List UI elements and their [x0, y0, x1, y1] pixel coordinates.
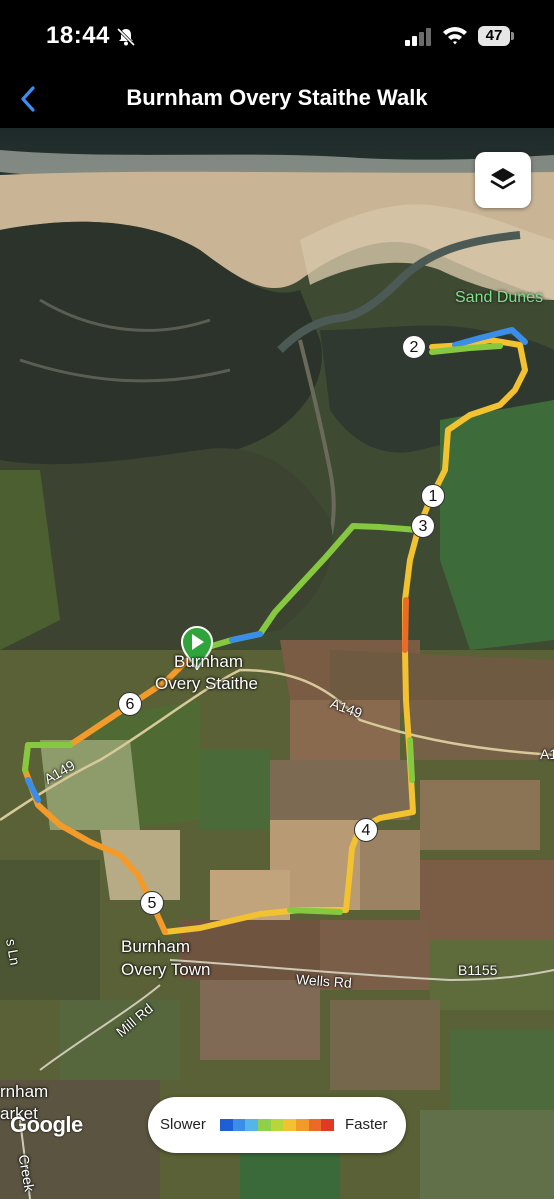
route-marker-3[interactable]: 3 — [411, 514, 435, 538]
legend-color-swatch — [270, 1119, 284, 1131]
legend-color-swatch — [220, 1119, 233, 1131]
nav-bar: Burnham Overy Staithe Walk — [0, 72, 554, 128]
place-label-staithe-1: Burnham — [174, 652, 243, 671]
legend-color-swatch — [245, 1119, 259, 1131]
legend-color-swatch — [321, 1119, 335, 1131]
road-label-b1155: B1155 — [458, 962, 498, 978]
google-attribution: Google — [10, 1112, 83, 1137]
place-label-sand-dunes: Sand Dunes — [455, 289, 544, 306]
wifi-icon — [443, 27, 467, 45]
legend-slower-label: Slower — [160, 1116, 206, 1133]
route-marker-2[interactable]: 2 — [402, 335, 426, 359]
place-label-market-1: rnham — [0, 1082, 49, 1101]
place-label-staithe-2: Overy Staithe — [155, 674, 258, 693]
battery-icon: 47 — [478, 26, 514, 46]
layers-icon — [490, 168, 516, 190]
route-marker-5[interactable]: 5 — [140, 891, 164, 915]
battery-level: 47 — [478, 26, 510, 46]
status-bar: 18:44 47 — [0, 0, 554, 72]
legend-color-swatch — [308, 1119, 322, 1131]
status-time: 18:44 — [46, 22, 110, 49]
place-label-town-1: Burnham — [121, 937, 190, 956]
cellular-signal-icon — [405, 28, 431, 46]
route-marker-6[interactable]: 6 — [118, 692, 142, 716]
place-label-town-2: Overy Town — [121, 960, 211, 979]
route-marker-4[interactable]: 4 — [354, 818, 378, 842]
speed-legend: Slower Faster — [148, 1097, 406, 1153]
legend-color-scale — [220, 1119, 335, 1131]
legend-color-swatch — [296, 1119, 309, 1131]
legend-color-swatch — [232, 1119, 246, 1131]
page-title: Burnham Overy Staithe Walk — [126, 85, 428, 110]
layers-button[interactable] — [475, 152, 531, 208]
route-marker-1[interactable]: 1 — [421, 484, 445, 508]
road-label-a149-edge: A1 — [540, 746, 554, 762]
legend-color-swatch — [258, 1119, 271, 1131]
legend-faster-label: Faster — [345, 1116, 388, 1133]
bell-slash-icon — [116, 27, 136, 47]
legend-color-swatch — [283, 1119, 297, 1131]
